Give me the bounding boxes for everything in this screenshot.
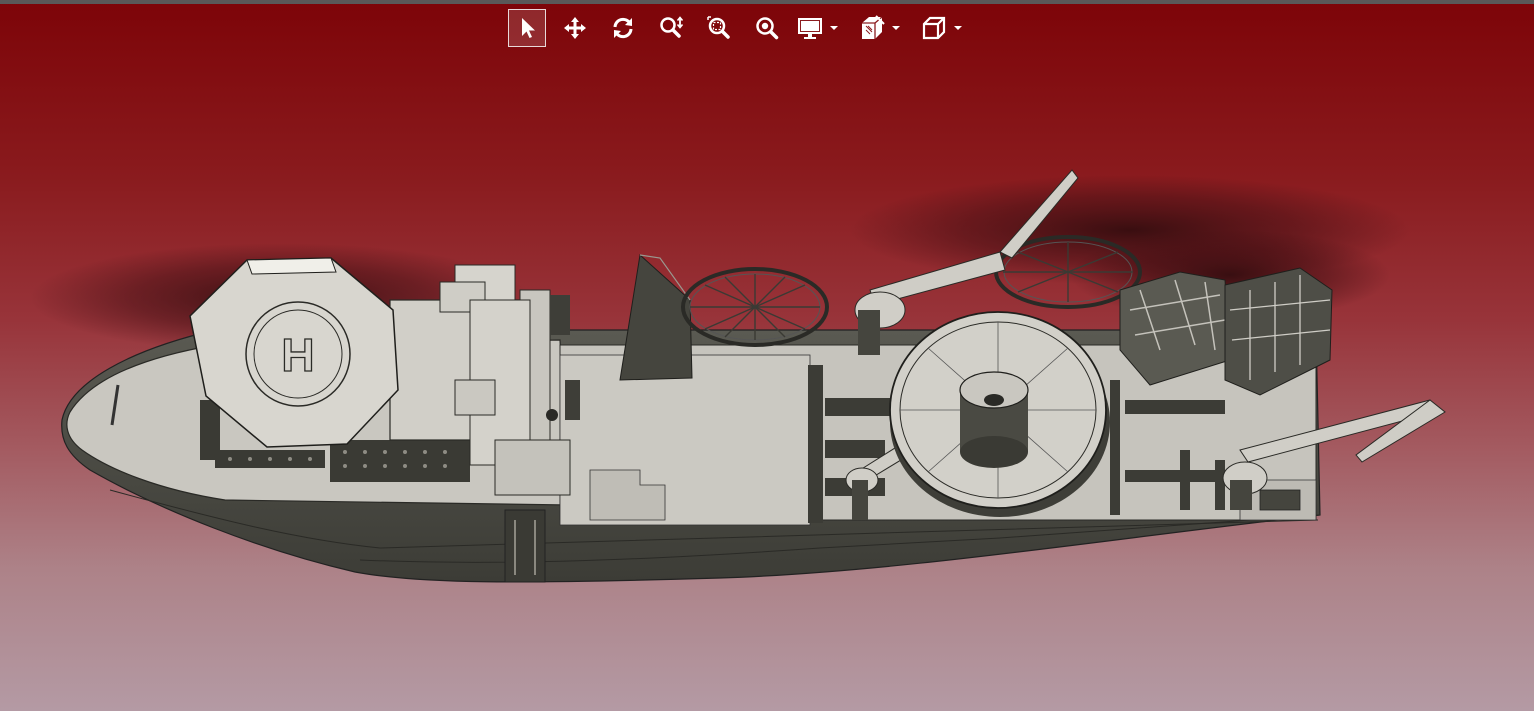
chevron-down-icon (892, 26, 900, 30)
select-tool-button[interactable] (508, 9, 546, 47)
pan-tool-button[interactable] (556, 9, 594, 47)
zoom-fit-icon (756, 17, 779, 40)
view-cube-dropdown[interactable] (920, 9, 970, 47)
display-mode-icon (798, 18, 822, 39)
chevron-down-icon (954, 26, 962, 30)
helipad-marking: H (281, 329, 314, 381)
select-arrow-icon (522, 18, 535, 38)
viewer-toolbar (508, 8, 982, 48)
ship-model: H (30, 169, 1446, 583)
pan-move-icon (564, 17, 586, 39)
rotate-icon (613, 17, 633, 39)
cable-sheave-wheel (681, 267, 829, 347)
zoom-window-tool-button[interactable] (700, 9, 738, 47)
section-view-icon (862, 15, 885, 39)
rotate-tool-button[interactable] (604, 9, 642, 47)
view-cube-icon (922, 16, 946, 40)
zoom-tool-button[interactable] (652, 9, 690, 47)
cable-carousel (889, 311, 1110, 517)
display-mode-dropdown[interactable] (796, 9, 846, 47)
window-top-edge (0, 0, 1534, 4)
zoom-fit-tool-button[interactable] (748, 9, 786, 47)
3d-viewport[interactable]: H (0, 48, 1534, 711)
section-view-dropdown[interactable] (858, 9, 908, 47)
zoom-window-icon (707, 16, 730, 39)
chevron-down-icon (830, 26, 838, 30)
zoom-icon (660, 16, 684, 38)
forward-mast (619, 254, 693, 381)
